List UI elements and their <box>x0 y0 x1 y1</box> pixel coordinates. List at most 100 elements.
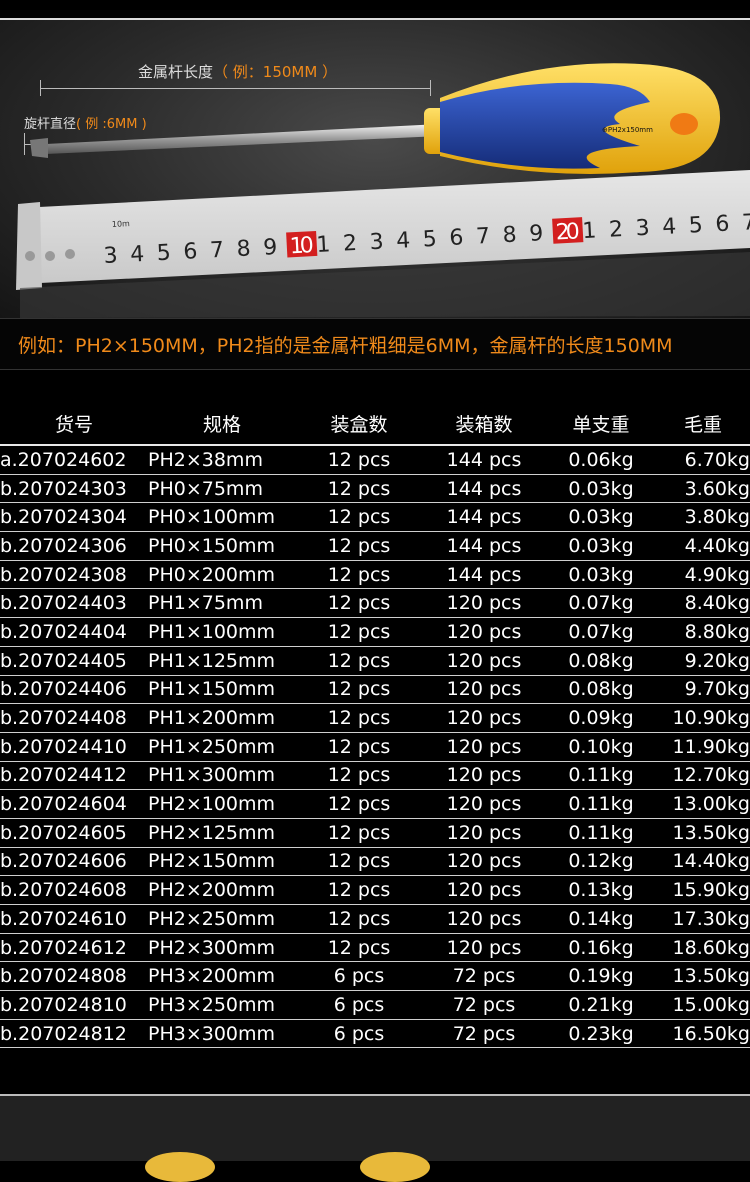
cell-unit-weight: 0.11kg <box>546 761 656 791</box>
ruler-digit: 5 <box>688 213 703 239</box>
cell-unit-weight: 0.14kg <box>546 904 656 934</box>
cell-unit-weight: 0.23kg <box>546 1019 656 1049</box>
cell-box-qty: 12 pcs <box>296 445 422 475</box>
cell-gross-weight: 9.20kg <box>656 646 750 676</box>
cell-unit-weight: 0.09kg <box>546 703 656 733</box>
table-row: b.207024304 PH0×100mm 12 pcs 144 pcs 0.03kg 3… <box>0 502 750 533</box>
table-row: b.207024808 PH3×200mm 6 pcs 72 pcs 0.19kg 13.… <box>0 961 750 992</box>
ruler-digit: 4 <box>662 214 677 240</box>
cell-gross-weight: 12.70kg <box>656 761 750 791</box>
cell-spec: PH1×75mm <box>148 588 296 619</box>
cell-box-qty: 6 pcs <box>296 1019 422 1049</box>
cell-carton-qty: 72 pcs <box>422 961 546 992</box>
top-banner-strip <box>0 0 750 20</box>
ruler-digit: 10 <box>289 233 314 259</box>
cell-carton-qty: 120 pcs <box>422 933 546 963</box>
cell-item-no: b.207024610 <box>0 904 148 934</box>
table-row: b.207024604 PH2×100mm 12 pcs 120 pcs 0.11kg 1… <box>0 789 750 819</box>
cell-unit-weight: 0.21kg <box>546 990 656 1020</box>
spec-table: 货号 规格 装盒数 装箱数 单支重 毛重 a.207024602 PH2×38mm… <box>0 402 750 1049</box>
cell-item-no: b.207024605 <box>0 818 148 848</box>
cell-gross-weight: 13.00kg <box>656 789 750 819</box>
cell-carton-qty: 120 pcs <box>422 617 546 647</box>
cell-box-qty: 12 pcs <box>296 531 422 561</box>
header-item-no: 货号 <box>0 402 148 446</box>
cell-gross-weight: 4.90kg <box>656 560 750 590</box>
cell-box-qty: 12 pcs <box>296 474 422 504</box>
cell-gross-weight: 3.80kg <box>656 502 750 533</box>
header-carton-qty: 装箱数 <box>422 402 546 446</box>
cell-item-no: b.207024306 <box>0 531 148 561</box>
cell-spec: PH2×38mm <box>148 445 296 475</box>
cell-gross-weight: 8.40kg <box>656 588 750 619</box>
cell-carton-qty: 144 pcs <box>422 445 546 475</box>
cell-spec: PH0×200mm <box>148 560 296 590</box>
cell-unit-weight: 0.11kg <box>546 789 656 819</box>
ruler-digit: 2 <box>608 217 623 243</box>
cell-carton-qty: 144 pcs <box>422 502 546 533</box>
table-row: b.207024405 PH1×125mm 12 pcs 120 pcs 0.08kg 9… <box>0 646 750 676</box>
cell-spec: PH1×125mm <box>148 646 296 676</box>
cell-carton-qty: 120 pcs <box>422 789 546 819</box>
cell-carton-qty: 120 pcs <box>422 732 546 762</box>
cell-gross-weight: 3.60kg <box>656 474 750 504</box>
cell-box-qty: 12 pcs <box>296 502 422 533</box>
cell-gross-weight: 9.70kg <box>656 675 750 705</box>
cell-spec: PH1×150mm <box>148 675 296 705</box>
cell-unit-weight: 0.03kg <box>546 502 656 533</box>
cell-gross-weight: 14.40kg <box>656 847 750 877</box>
cell-unit-weight: 0.19kg <box>546 961 656 992</box>
cell-carton-qty: 120 pcs <box>422 761 546 791</box>
cell-unit-weight: 0.07kg <box>546 588 656 619</box>
cell-carton-qty: 120 pcs <box>422 904 546 934</box>
cell-item-no: b.207024410 <box>0 732 148 762</box>
ruler-digit: 3 <box>635 216 650 242</box>
cell-item-no: b.207024304 <box>0 502 148 533</box>
ruler-digit: 6 <box>183 239 198 265</box>
ruler-digit: 8 <box>236 236 251 262</box>
cell-item-no: b.207024408 <box>0 703 148 733</box>
cell-box-qty: 12 pcs <box>296 875 422 905</box>
product-top-left <box>145 1152 215 1182</box>
cell-box-qty: 12 pcs <box>296 847 422 877</box>
cell-unit-weight: 0.08kg <box>546 646 656 676</box>
header-box-qty: 装盒数 <box>296 402 422 446</box>
ruler-unit: 10m <box>112 219 131 229</box>
header-spec: 规格 <box>148 402 296 446</box>
cell-unit-weight: 0.13kg <box>546 875 656 905</box>
header-gross-weight: 毛重 <box>656 402 750 446</box>
table-row: b.207024404 PH1×100mm 12 pcs 120 pcs 0.07kg 8… <box>0 617 750 647</box>
cell-box-qty: 12 pcs <box>296 789 422 819</box>
cell-item-no: a.207024602 <box>0 445 148 475</box>
ruler-digit: 5 <box>156 241 171 267</box>
cell-spec: PH3×300mm <box>148 1019 296 1049</box>
header-unit-weight: 单支重 <box>546 402 656 446</box>
ruler-digit: 1 <box>582 218 597 244</box>
table-row: b.207024403 PH1×75mm 12 pcs 120 pcs 0.07kg 8.… <box>0 588 750 619</box>
cell-unit-weight: 0.11kg <box>546 818 656 848</box>
cell-box-qty: 12 pcs <box>296 933 422 963</box>
cell-box-qty: 12 pcs <box>296 761 422 791</box>
table-header-row: 货号 规格 装盒数 装箱数 单支重 毛重 <box>0 402 750 446</box>
cell-unit-weight: 0.03kg <box>546 474 656 504</box>
ruler-digit: 3 <box>103 243 118 269</box>
ruler-digit: 3 <box>369 229 384 255</box>
ruler-digit: 20 <box>555 219 580 245</box>
cell-spec: PH1×200mm <box>148 703 296 733</box>
cell-item-no: b.207024608 <box>0 875 148 905</box>
product-top-right <box>360 1152 430 1182</box>
cell-gross-weight: 18.60kg <box>656 933 750 963</box>
cell-box-qty: 6 pcs <box>296 990 422 1020</box>
cell-item-no: b.207024808 <box>0 961 148 992</box>
ruler-digit: 1 <box>316 232 331 258</box>
cell-spec: PH2×200mm <box>148 875 296 905</box>
cell-unit-weight: 0.10kg <box>546 732 656 762</box>
cell-box-qty: 12 pcs <box>296 675 422 705</box>
cell-carton-qty: 120 pcs <box>422 703 546 733</box>
cell-carton-qty: 72 pcs <box>422 990 546 1020</box>
ruler-digit: 7 <box>475 224 490 250</box>
table-row: b.207024306 PH0×150mm 12 pcs 144 pcs 0.03kg 4… <box>0 531 750 561</box>
cell-item-no: b.207024403 <box>0 588 148 619</box>
table-row: b.207024606 PH2×150mm 12 pcs 120 pcs 0.12kg 1… <box>0 847 750 877</box>
ruler-digit: 9 <box>263 235 278 261</box>
